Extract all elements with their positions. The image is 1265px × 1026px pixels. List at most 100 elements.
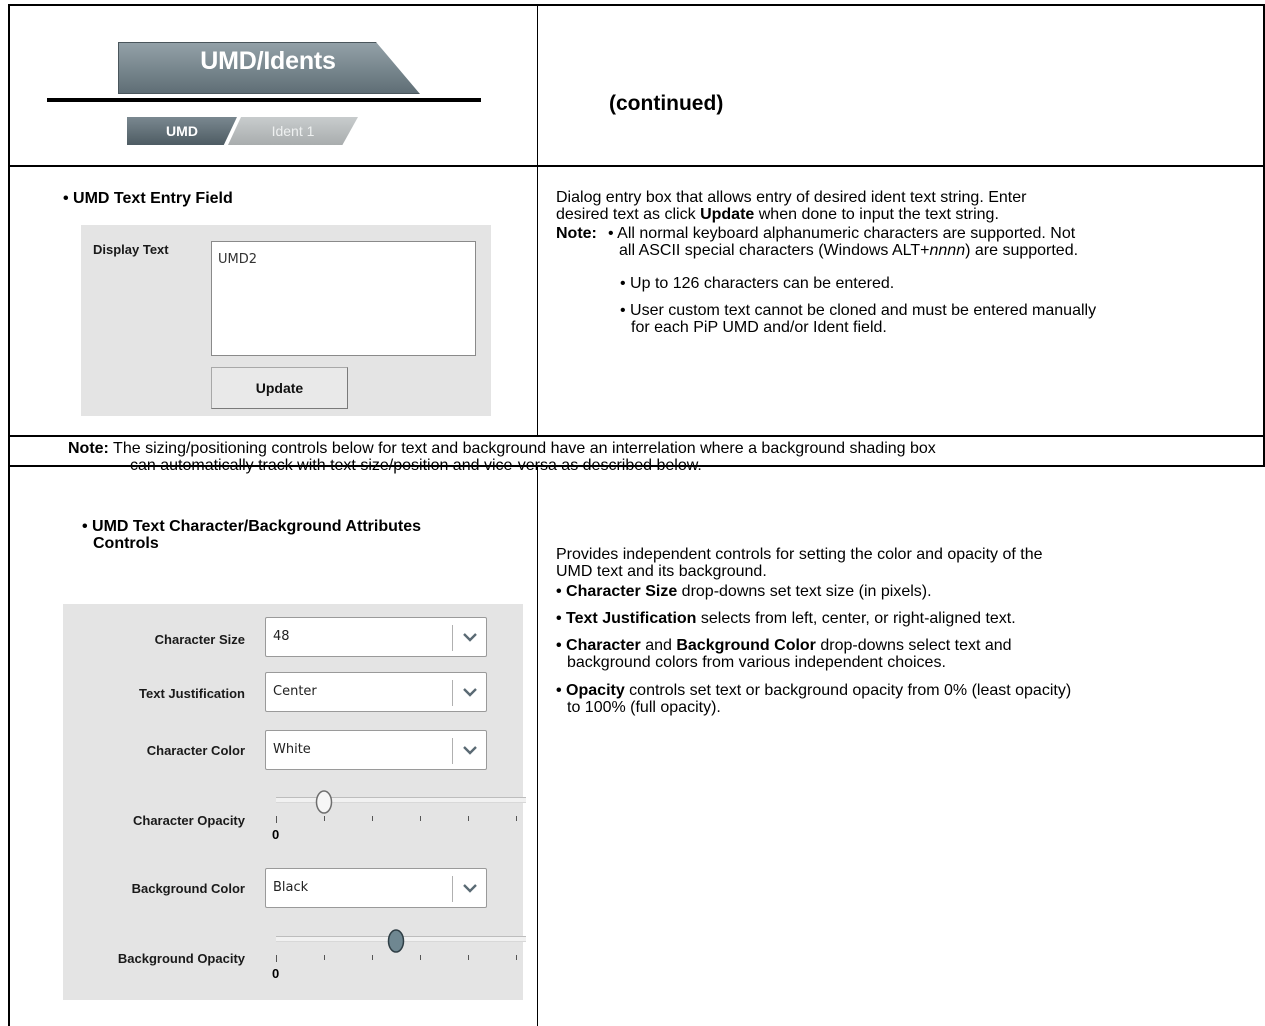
slider-tick [468, 955, 469, 960]
slider-tick [372, 816, 373, 821]
text-span: The sizing/positioning controls below fo… [108, 440, 936, 457]
note-item: • User custom text cannot be cloned and … [620, 302, 1096, 336]
tab-umd[interactable]: UMD [127, 117, 237, 145]
header-rule [47, 98, 481, 102]
update-button[interactable]: Update [211, 367, 348, 409]
row-divider [8, 165, 1265, 167]
column-divider [537, 4, 538, 435]
column-divider [537, 466, 538, 1026]
slider-min-label: 0 [272, 827, 280, 842]
selected-value: White [273, 742, 311, 757]
title-line: • UMD Text Character/Background Attribut… [82, 518, 421, 535]
note-label: Note: [556, 225, 597, 242]
selected-value: Center [273, 684, 317, 699]
selected-value: Black [273, 880, 309, 895]
text-italic: nnnn [929, 242, 966, 259]
character-size-dropdown[interactable]: 48 [265, 617, 487, 657]
text-bold: • Character [556, 637, 641, 654]
note-line: • User custom text cannot be cloned and … [620, 302, 1097, 319]
character-size-label: Character Size [154, 632, 245, 647]
row-divider [8, 435, 1265, 437]
text-bold: Background Color [676, 637, 816, 654]
continued-label: (continued) [609, 92, 724, 115]
section-title: • UMD Text Character/Background Attribut… [82, 518, 421, 552]
dropdown-separator [452, 876, 453, 902]
slider-tick [276, 955, 277, 962]
note-line: can automatically track with text size/p… [130, 457, 702, 474]
description-line: Dialog entry box that allows entry of de… [556, 189, 1027, 206]
chevron-down-icon[interactable] [459, 681, 481, 703]
text-justification-label: Text Justification [139, 686, 245, 701]
text-bold: • Text Justification [556, 610, 697, 627]
display-text-label: Display Text [93, 242, 169, 257]
bullet-text-justification: • Text Justification selects from left, … [556, 610, 1016, 627]
slider-tick [372, 955, 373, 960]
bullet-opacity: • Opacity controls set text or backgroun… [556, 682, 1071, 716]
text-span: and [640, 637, 677, 654]
description-line: UMD text and its background. [556, 563, 767, 580]
note-label-text: Note: [556, 225, 597, 242]
text-span: ) are supported. [965, 242, 1079, 259]
text-span: drop-downs select text and [815, 637, 1012, 654]
dropdown-separator [452, 625, 453, 651]
description-line: Provides independent controls for settin… [556, 546, 1043, 563]
note-line: all ASCII special characters (Windows AL… [608, 242, 1078, 259]
slider-knob[interactable] [386, 927, 406, 955]
text-bold: • Opacity [556, 682, 625, 699]
slider-tick [468, 816, 469, 821]
bullet-line: • Character and Background Color drop-do… [556, 637, 1012, 654]
text-span: all ASCII special characters (Windows AL… [619, 242, 930, 259]
note-item: • Up to 126 characters can be entered. [620, 275, 895, 292]
table-left-border [8, 4, 10, 1026]
main-tab-label: UMD/Idents [200, 47, 336, 75]
table-top-border [8, 4, 1265, 6]
text-span: drop-downs set text size (in pixels). [677, 583, 932, 600]
slider-tick [324, 816, 325, 821]
bullet-line: background colors from various independe… [567, 654, 946, 671]
bullet-colors: • Character and Background Color drop-do… [556, 637, 1012, 671]
background-color-label: Background Color [131, 881, 245, 896]
background-color-dropdown[interactable]: Black [265, 868, 487, 908]
slider-min-label: 0 [272, 966, 280, 981]
dropdown-separator [452, 680, 453, 706]
note-line: • All normal keyboard alphanumeric chara… [608, 225, 1076, 242]
description-line: desired text as click Update when done t… [556, 206, 1026, 223]
text-span: when done to input the text string. [754, 206, 999, 223]
selected-value: 48 [273, 629, 290, 644]
slider-tick [324, 955, 325, 960]
description: Dialog entry box that allows entry of de… [556, 189, 1026, 223]
description: Provides independent controls for settin… [556, 546, 1043, 580]
background-opacity-label: Background Opacity [117, 951, 245, 966]
section-title: • UMD Text Entry Field [63, 190, 233, 207]
slider-tick [516, 816, 517, 821]
text-justification-dropdown[interactable]: Center [265, 672, 487, 712]
bullet-line: • Opacity controls set text or backgroun… [556, 682, 1071, 699]
slider-tick [420, 955, 421, 960]
display-text-field[interactable]: UMD2 [211, 241, 476, 356]
character-color-label: Character Color [146, 743, 245, 758]
text-span: selects from left, center, or right-alig… [696, 610, 1016, 627]
interrelation-note: Note: The sizing/positioning controls be… [68, 440, 1258, 474]
note-label-text: Note: [68, 440, 109, 457]
title-line: Controls [93, 535, 159, 552]
chevron-down-icon[interactable] [459, 739, 481, 761]
slider-tick [420, 816, 421, 821]
chevron-down-icon[interactable] [459, 877, 481, 899]
character-color-dropdown[interactable]: White [265, 730, 487, 770]
slider-tick [276, 816, 277, 823]
text-span: desired text as click [556, 206, 701, 223]
bullet-line: to 100% (full opacity). [567, 699, 721, 716]
text-bold: • Character Size [556, 583, 678, 600]
character-opacity-label: Character Opacity [133, 813, 245, 828]
slider-knob[interactable] [314, 788, 334, 816]
bullet-character-size: • Character Size drop-downs set text siz… [556, 583, 932, 600]
note-line: for each PiP UMD and/or Ident field. [631, 319, 887, 336]
dropdown-separator [452, 738, 453, 764]
tab-ident-1[interactable]: Ident 1 [228, 117, 358, 145]
note-line: Note: The sizing/positioning controls be… [68, 440, 1258, 457]
note-item: • All normal keyboard alphanumeric chara… [608, 225, 1078, 259]
chevron-down-icon[interactable] [459, 626, 481, 648]
text-bold: Update [700, 206, 755, 223]
text-span: controls set text or background opacity … [624, 682, 1072, 699]
slider-tick [516, 955, 517, 960]
